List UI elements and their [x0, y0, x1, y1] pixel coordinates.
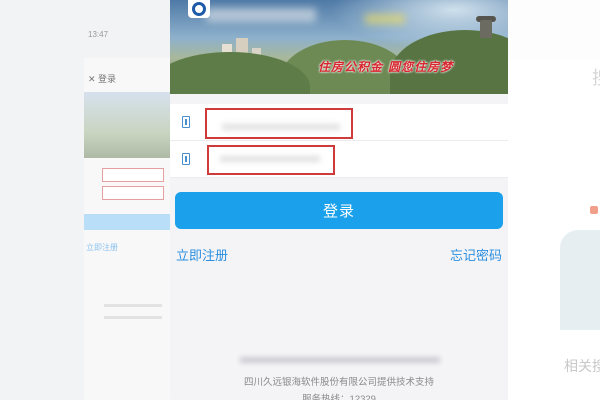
password-input[interactable]	[207, 145, 335, 175]
username-input[interactable]	[205, 108, 353, 139]
background-mini-footer-line	[104, 316, 162, 319]
background-mini-field	[102, 186, 164, 200]
logo-icon	[188, 0, 210, 18]
login-form	[170, 104, 508, 178]
background-right-label: 相关搜	[564, 358, 600, 374]
footer-blurred-text	[240, 357, 440, 363]
background-mini-register: 立即注册	[86, 243, 118, 252]
forgot-password-link[interactable]: 忘记密码	[450, 245, 502, 264]
header-banner: 住房公积金 圆您住房梦	[170, 0, 508, 94]
background-right-char: 搜	[592, 64, 600, 90]
footer-tech-support: 四川久远银海软件股份有限公司提供技术支持	[243, 377, 434, 388]
logo-ring	[192, 2, 206, 16]
phone-icon	[182, 116, 190, 128]
background-mini-footer-line	[104, 304, 162, 307]
banner-blurred-title	[206, 8, 316, 22]
background-left-panel: 13:47 ✕ 登录 立即注册	[0, 0, 170, 400]
login-screen: 住房公积金 圆您住房梦 登录 立即注册 忘记密码 四川久远银海软件股份有限公司提…	[170, 0, 508, 400]
background-right-top	[508, 0, 600, 60]
login-button[interactable]: 登录	[175, 192, 503, 229]
username-row	[170, 104, 508, 141]
password-row	[170, 141, 508, 178]
background-time: 13:47	[88, 30, 109, 39]
background-mini-button	[84, 214, 170, 230]
lock-icon	[182, 153, 190, 165]
register-link[interactable]: 立即注册	[176, 245, 228, 264]
background-mini-field	[102, 168, 164, 182]
banner-blurred-mark	[365, 14, 405, 24]
background-right-illustration	[560, 230, 600, 330]
footer-hotline: 服务热线：12329	[302, 394, 376, 400]
banner-tower	[480, 20, 492, 38]
background-mini-banner	[84, 92, 170, 158]
header-slogan: 住房公积金 圆您住房梦	[318, 60, 454, 74]
background-close-row: ✕ 登录	[88, 74, 117, 84]
background-right-panel: 搜 相关搜	[508, 0, 600, 400]
background-right-dot	[590, 206, 598, 214]
